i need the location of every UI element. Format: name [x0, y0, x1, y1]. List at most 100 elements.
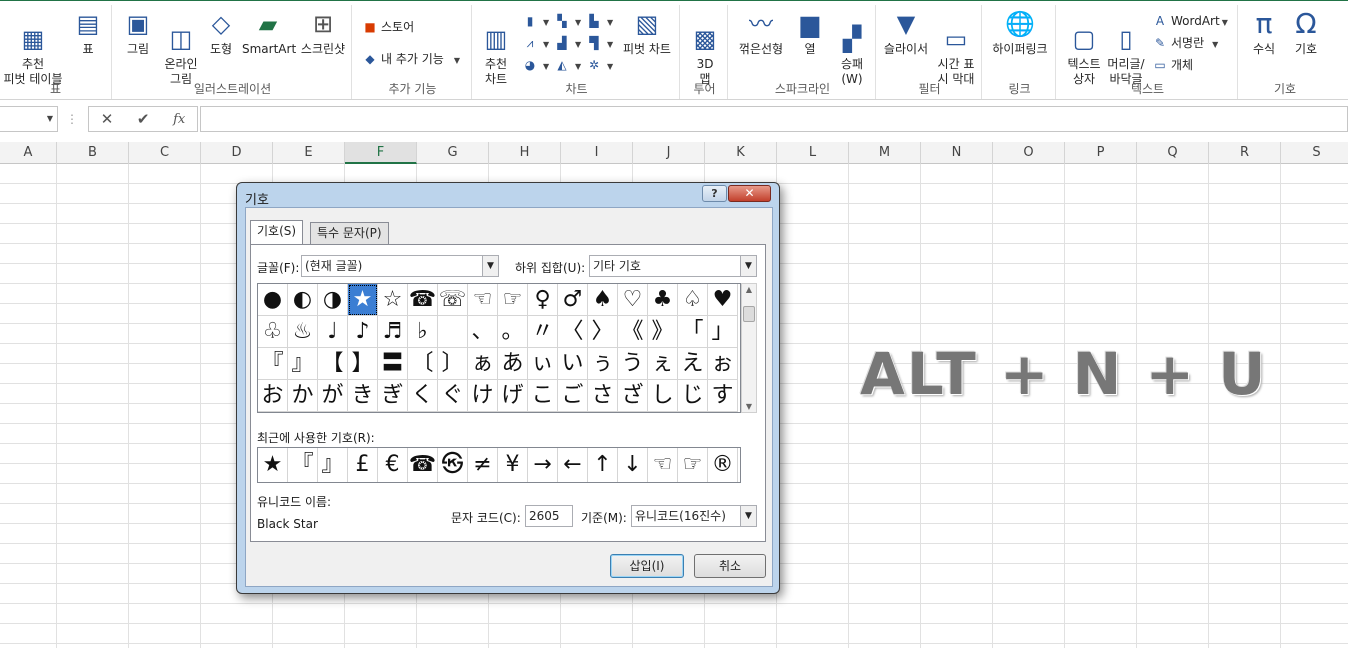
tab-symbols[interactable]: 기호(S) [250, 220, 304, 244]
column-header-a[interactable]: A [0, 142, 57, 164]
symbol-cell[interactable]: ぉ [708, 348, 738, 380]
pivot-chart-button[interactable]: ▧ 피벗 차트 [620, 9, 674, 57]
symbol-cell[interactable]: 〈 [558, 316, 588, 348]
symbol-cell[interactable]: ♬ [378, 316, 408, 348]
column-header-b[interactable]: B [57, 142, 129, 164]
signature-line-button[interactable]: ✎ 서명란 ▼ [1152, 33, 1218, 53]
symbol-cell[interactable]: あ [498, 348, 528, 380]
symbol-cell[interactable]: お [258, 380, 288, 412]
hyperlink-button[interactable]: 🌐 하이퍼링크 [988, 9, 1052, 57]
name-box[interactable]: ▼ [0, 106, 58, 132]
area-chart-button[interactable]: ◭ ▼ [554, 55, 581, 75]
symbol-cell[interactable]: ★ [348, 284, 378, 316]
sparkline-winloss-button[interactable]: ▞ 승패 (W) [832, 9, 872, 87]
recent-symbol-cell[interactable]: ★ [258, 448, 288, 482]
symbol-cell[interactable]: ♣ [648, 284, 678, 316]
insert-function-icon[interactable]: fx [173, 112, 185, 127]
column-header-m[interactable]: M [849, 142, 921, 164]
column-header-c[interactable]: C [129, 142, 201, 164]
recent-symbol-cell[interactable]: ㉿ [438, 448, 468, 482]
column-header-r[interactable]: R [1209, 142, 1281, 164]
symbol-cell[interactable]: げ [498, 380, 528, 412]
symbol-cell[interactable]: ぁ [468, 348, 498, 380]
close-button[interactable]: ✕ [728, 185, 771, 202]
symbol-cell[interactable]: ♭ [408, 316, 438, 348]
scatter-chart-button[interactable]: ✲ ▼ [586, 55, 613, 75]
splitter-icon[interactable]: ⋮ [66, 112, 78, 126]
symbol-cell[interactable]: ● [258, 284, 288, 316]
timeline-button[interactable]: ▭ 시간 표 시 막대 [934, 9, 978, 87]
column-header-s[interactable]: S [1281, 142, 1348, 164]
column-header-f[interactable]: F [345, 142, 417, 164]
column-header-k[interactable]: K [705, 142, 777, 164]
recent-symbol-cell[interactable]: 『 [288, 448, 318, 482]
symbol-cell[interactable]: け [468, 380, 498, 412]
symbol-cell[interactable]: ◑ [318, 284, 348, 316]
symbol-cell[interactable]: ぃ [528, 348, 558, 380]
recent-symbol-cell[interactable]: ↑ [588, 448, 618, 482]
symbol-cell[interactable]: 》 [648, 316, 678, 348]
symbol-cell[interactable]: か [288, 380, 318, 412]
slicer-button[interactable]: ▼ 슬라이서 [880, 9, 932, 57]
symbol-cell[interactable]: 〕 [438, 348, 468, 380]
recent-symbol-cell[interactable]: ¥ [498, 448, 528, 482]
column-header-q[interactable]: Q [1137, 142, 1209, 164]
column-chart-button[interactable]: ▮ ▼ [522, 11, 549, 31]
symbol-cell[interactable]: 〔 [408, 348, 438, 380]
symbol-cell[interactable]: ☆ [378, 284, 408, 316]
char-code-input[interactable]: 2605 [525, 505, 573, 527]
symbol-cell[interactable]: ☏ [438, 284, 468, 316]
recent-symbol-cell[interactable]: ☞ [678, 448, 708, 482]
recent-symbol-cell[interactable]: £ [348, 448, 378, 482]
enter-icon[interactable]: ✔ [137, 110, 150, 128]
recent-symbol-cell[interactable]: ← [558, 448, 588, 482]
symbol-cell[interactable] [438, 316, 468, 348]
symbol-cell[interactable]: ♀ [528, 284, 558, 316]
symbol-cell[interactable]: ☞ [498, 284, 528, 316]
symbol-cell[interactable]: し [648, 380, 678, 412]
smartart-button[interactable]: ▰ SmartArt [242, 9, 296, 57]
symbol-cell[interactable]: ♠ [588, 284, 618, 316]
picture-button[interactable]: ▣ 그림 [120, 9, 156, 57]
column-header-e[interactable]: E [273, 142, 345, 164]
recommended-charts-button[interactable]: ▥ 추천 차트 [476, 9, 516, 87]
symbol-cell[interactable]: 〃 [528, 316, 558, 348]
3d-map-button[interactable]: ▩ 3D 맵 [686, 9, 724, 87]
textbox-button[interactable]: ▢ 텍스트 상자 [1060, 9, 1108, 87]
insert-button[interactable]: 삽입(I) [610, 554, 684, 578]
subset-select[interactable]: 기타 기호 ▼ [589, 255, 757, 277]
symbol-cell[interactable]: ♨ [288, 316, 318, 348]
symbol-cell[interactable]: 《 [618, 316, 648, 348]
symbol-cell[interactable]: ♂ [558, 284, 588, 316]
recommended-pivot-button[interactable]: ▦ 추천 피벗 테이블 [2, 9, 64, 87]
scroll-up-icon[interactable]: ▲ [742, 285, 756, 294]
symbol-cell[interactable]: ♧ [258, 316, 288, 348]
column-header-h[interactable]: H [489, 142, 561, 164]
hierarchy-chart-button[interactable]: ▚ ▼ [554, 11, 581, 31]
object-button[interactable]: ▭ 개체 [1152, 55, 1193, 75]
symbol-cell[interactable]: く [408, 380, 438, 412]
screenshot-button[interactable]: ⊞ 스크린샷 [298, 9, 348, 57]
cancel-button[interactable]: 취소 [694, 554, 766, 578]
equation-button[interactable]: π 수식 [1244, 9, 1284, 57]
symbol-cell[interactable]: ◐ [288, 284, 318, 316]
column-header-i[interactable]: I [561, 142, 633, 164]
font-select[interactable]: (현재 글꼴) ▼ [301, 255, 499, 277]
symbol-cell[interactable]: 「 [678, 316, 708, 348]
recent-symbol-cell[interactable]: ↓ [618, 448, 648, 482]
symbol-cell[interactable]: う [618, 348, 648, 380]
from-select[interactable]: 유니코드(16진수) ▼ [631, 505, 757, 527]
column-header-j[interactable]: J [633, 142, 705, 164]
stat-chart-button[interactable]: ▟ ▼ [554, 33, 581, 53]
recent-symbol-cell[interactable]: ☎ [408, 448, 438, 482]
recent-symbol-cell[interactable]: ☜ [648, 448, 678, 482]
symbol-cell[interactable]: ぅ [588, 348, 618, 380]
formula-input[interactable] [200, 106, 1348, 132]
symbol-cell[interactable]: ♡ [618, 284, 648, 316]
recent-symbol-cell[interactable]: → [528, 448, 558, 482]
line-chart-button[interactable]: ⩘ ▼ [522, 33, 550, 53]
symbol-cell[interactable]: ぐ [438, 380, 468, 412]
recent-symbol-cell[interactable]: ≠ [468, 448, 498, 482]
symbol-cell[interactable]: ♤ [678, 284, 708, 316]
symbol-cell[interactable]: ♩ [318, 316, 348, 348]
